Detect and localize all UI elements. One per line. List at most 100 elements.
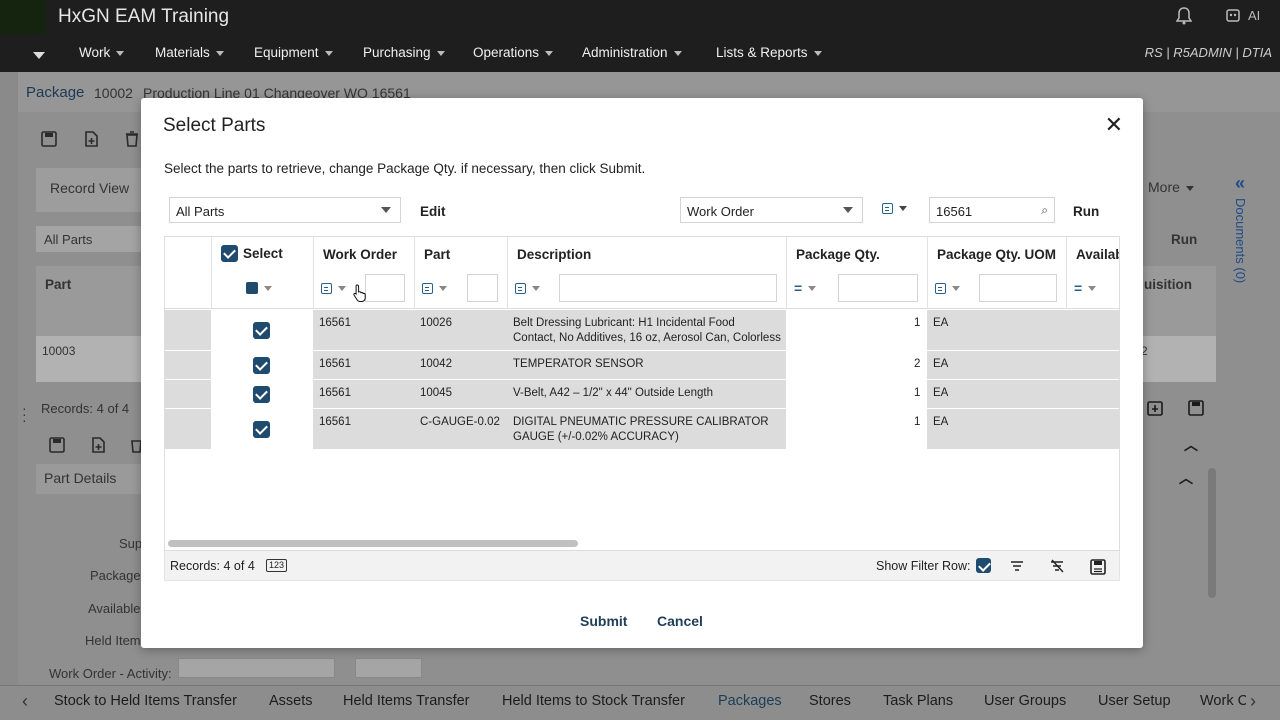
menu-administration[interactable]: Administration bbox=[582, 45, 682, 60]
package-qty-filter-operator[interactable]: = bbox=[794, 275, 817, 301]
cell-package-qty[interactable]: 1 bbox=[914, 415, 920, 430]
cell-part: 10026 bbox=[420, 317, 452, 329]
work-order-filter-input[interactable] bbox=[365, 274, 405, 302]
edit-dataspy-button[interactable]: Edit bbox=[420, 204, 446, 219]
col-work-order-title: Work Order bbox=[323, 247, 398, 262]
menu-toggle-icon[interactable] bbox=[33, 47, 45, 62]
select-filter[interactable] bbox=[246, 275, 272, 301]
row-checkbox[interactable] bbox=[253, 421, 270, 438]
menu-equipment[interactable]: Equipment bbox=[254, 45, 333, 60]
bottom-tab-active[interactable]: Packages bbox=[718, 693, 782, 709]
part-filter-input[interactable] bbox=[467, 274, 498, 302]
documents-panel[interactable]: Documents (0) bbox=[1226, 198, 1258, 290]
bg-scrollbar[interactable] bbox=[1208, 468, 1216, 598]
save-icon[interactable] bbox=[40, 130, 58, 148]
filter-field-select[interactable]: Work Order bbox=[680, 197, 863, 223]
bottom-nav-prev-icon[interactable]: ‹ bbox=[22, 691, 28, 712]
row-checkbox[interactable] bbox=[253, 386, 270, 403]
col-description-title: Description bbox=[517, 247, 592, 262]
bg-run-button[interactable]: Run bbox=[1171, 232, 1197, 247]
bottom-tab[interactable]: Stores bbox=[809, 693, 851, 709]
description-filter-operator[interactable] bbox=[515, 275, 540, 301]
part-details-label: Part Details bbox=[44, 470, 117, 486]
uom-filter-operator[interactable] bbox=[935, 275, 960, 301]
menu-label: Administration bbox=[582, 45, 668, 60]
row-checkbox[interactable] bbox=[253, 322, 270, 339]
chevron-up-icon[interactable]: ︿ bbox=[1179, 468, 1193, 488]
delete-icon[interactable] bbox=[123, 130, 141, 148]
new-record-icon[interactable] bbox=[82, 130, 100, 148]
package-qty-filter-input[interactable] bbox=[838, 274, 918, 302]
more-menu[interactable]: More bbox=[1148, 179, 1194, 195]
col-select-title: Select bbox=[243, 246, 283, 261]
close-icon[interactable]: ✕ bbox=[1105, 114, 1123, 136]
drag-handle-icon[interactable]: · · · bbox=[22, 401, 27, 427]
menu-label: Work bbox=[79, 45, 111, 60]
qty-cell[interactable] bbox=[786, 351, 927, 380]
menu-operations[interactable]: Operations bbox=[473, 45, 554, 60]
menu-materials[interactable]: Materials bbox=[155, 45, 224, 60]
bottom-nav-next-icon[interactable]: › bbox=[1250, 691, 1256, 712]
select-all-checkbox[interactable] bbox=[221, 245, 238, 262]
contains-icon bbox=[515, 282, 526, 294]
cell-package-qty[interactable]: 1 bbox=[914, 316, 920, 331]
table-row[interactable]: 16561 10045 V-Belt, A42 – 1/2" x 44" Out… bbox=[165, 380, 1119, 409]
filter-value-input[interactable]: 16561 ⌕ bbox=[929, 197, 1055, 223]
save-layout-icon[interactable] bbox=[1089, 558, 1106, 575]
dialog-title: Select Parts bbox=[163, 115, 266, 136]
part-filter-operator[interactable] bbox=[422, 275, 447, 301]
bell-icon[interactable] bbox=[1175, 7, 1193, 25]
ai-assistant-icon[interactable] bbox=[1224, 6, 1242, 24]
table-row[interactable]: 16561 C-GAUGE-0.02 DIGITAL PNEUMATIC PRE… bbox=[165, 409, 1119, 450]
bg-save-icon-right[interactable] bbox=[1186, 398, 1206, 418]
qty-cell[interactable] bbox=[786, 380, 927, 409]
uom-filter-input[interactable] bbox=[979, 274, 1057, 302]
qty-cell[interactable] bbox=[786, 409, 927, 450]
horizontal-scrollbar[interactable] bbox=[168, 540, 578, 547]
cell-work-order: 16561 bbox=[319, 358, 351, 370]
search-icon[interactable]: ⌕ bbox=[1041, 203, 1048, 218]
col-package-qty-uom-title: Package Qty. UOM bbox=[937, 247, 1057, 262]
record-view-tab[interactable]: Record View bbox=[36, 168, 146, 212]
filter-operator-dropdown[interactable] bbox=[882, 203, 907, 214]
bottom-tab[interactable]: User Setup bbox=[1098, 693, 1171, 709]
menu-lists-reports[interactable]: Lists & Reports bbox=[716, 45, 822, 60]
table-row[interactable]: 16561 10042 TEMPERATOR SENSOR 2 EA bbox=[165, 351, 1119, 380]
field-label-available: Available bbox=[88, 601, 141, 616]
filter-icon[interactable] bbox=[1009, 558, 1025, 574]
cancel-button[interactable]: Cancel bbox=[657, 613, 703, 629]
bottom-tab[interactable]: Held Items to Stock Transfer bbox=[502, 693, 685, 709]
show-filter-row-checkbox[interactable] bbox=[976, 558, 991, 573]
row-checkbox[interactable] bbox=[253, 357, 270, 374]
bottom-tab[interactable]: Held Items Transfer bbox=[343, 693, 470, 709]
cell-package-qty[interactable]: 2 bbox=[914, 357, 920, 372]
cell-part: 10042 bbox=[420, 358, 452, 370]
collapse-panel-icon[interactable]: « bbox=[1235, 173, 1245, 194]
menu-purchasing[interactable]: Purchasing bbox=[363, 45, 445, 60]
bottom-tab[interactable]: Assets bbox=[269, 693, 313, 709]
part-new-icon[interactable] bbox=[89, 436, 107, 454]
table-row[interactable]: 16561 10026 Belt Dressing Lubricant: H1 … bbox=[165, 310, 1119, 351]
contains-icon bbox=[882, 203, 893, 214]
bottom-tab[interactable]: User Groups bbox=[984, 693, 1066, 709]
bottom-tab[interactable]: Stock to Held Items Transfer bbox=[54, 693, 237, 709]
filter-value-text: 16561 bbox=[936, 204, 973, 219]
bottom-tab[interactable]: Task Plans bbox=[883, 693, 953, 709]
chevron-up-icon[interactable]: ︿ bbox=[1184, 435, 1198, 455]
bottom-tab[interactable]: Work C bbox=[1200, 693, 1246, 709]
clear-filter-icon[interactable] bbox=[1049, 558, 1065, 574]
bg-copy-icon[interactable] bbox=[1145, 398, 1165, 418]
submit-button[interactable]: Submit bbox=[580, 613, 627, 629]
part-save-icon[interactable] bbox=[48, 436, 66, 454]
work-order-filter-operator[interactable] bbox=[321, 275, 346, 301]
record-count-icon[interactable]: 123 bbox=[266, 559, 288, 572]
qty-cell[interactable] bbox=[786, 310, 927, 351]
package-label: Package bbox=[26, 84, 85, 101]
cell-package-qty[interactable]: 1 bbox=[914, 386, 920, 401]
description-filter-input[interactable] bbox=[559, 274, 777, 302]
menu-work[interactable]: Work bbox=[79, 45, 125, 60]
run-button[interactable]: Run bbox=[1073, 204, 1099, 219]
dataspy-select[interactable]: All Parts bbox=[169, 197, 401, 223]
available-filter-operator[interactable]: = bbox=[1074, 275, 1097, 301]
bg-dataspy: All Parts bbox=[36, 226, 142, 252]
